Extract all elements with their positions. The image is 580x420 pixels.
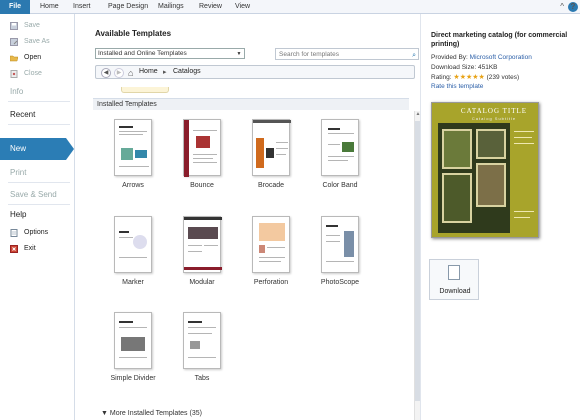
template-label: Color Band xyxy=(322,182,358,189)
template-preview-image: CATALOG TITLE Catalog Subtitle xyxy=(431,102,539,238)
template-label: Brocade xyxy=(257,182,285,189)
download-button[interactable]: Download xyxy=(429,259,479,300)
recent-button[interactable]: Recent xyxy=(10,110,35,119)
provided-by-label: Provided By: xyxy=(431,54,468,61)
save-button[interactable]: Save xyxy=(0,19,75,33)
template-thumb-photoscope[interactable] xyxy=(321,216,359,273)
save-send-button[interactable]: Save & Send xyxy=(10,190,57,199)
section-label: Installed Templates xyxy=(97,101,157,108)
template-label: Simple Divider xyxy=(110,375,156,382)
save-as-label: Save As xyxy=(24,38,50,45)
more-label: More Installed Templates (35) xyxy=(109,410,202,417)
chevron-down-icon: ▼ xyxy=(101,410,110,417)
download-size: Download Size: 451KB xyxy=(431,64,498,71)
template-thumb-color-band[interactable] xyxy=(321,119,359,176)
template-label: Arrows xyxy=(122,182,144,189)
print-button[interactable]: Print xyxy=(10,168,26,177)
template-label: Perforation xyxy=(253,279,289,286)
folder-open-icon xyxy=(10,55,18,62)
tab-file[interactable]: File xyxy=(0,0,30,14)
search-icon[interactable]: ⌕ xyxy=(412,50,416,61)
rate-template-link[interactable]: Rate this template xyxy=(431,83,483,90)
help-icon[interactable]: ? xyxy=(568,2,578,12)
save-icon xyxy=(10,22,18,30)
template-label: Marker xyxy=(122,279,144,286)
template-thumb-tabs[interactable] xyxy=(183,312,221,369)
template-thumb-perforation[interactable] xyxy=(252,216,290,273)
preview-title: CATALOG TITLE xyxy=(460,107,528,115)
more-installed-templates-toggle[interactable]: ▼ More Installed Templates (35) xyxy=(101,410,202,417)
template-title: Direct marketing catalog (for commercial… xyxy=(431,32,568,48)
template-label: Tabs xyxy=(194,375,210,382)
close-label: Close xyxy=(24,70,42,77)
template-thumb-simple-divider[interactable] xyxy=(114,312,152,369)
template-source-value: Installed and Online Templates xyxy=(98,50,187,57)
options-label: Options xyxy=(24,229,49,236)
exit-button[interactable]: Exit xyxy=(0,242,75,256)
sidebar-divider xyxy=(8,204,70,205)
sidebar-divider xyxy=(8,182,70,183)
ribbon-bar: File Home Insert Page Design Mailings Re… xyxy=(0,0,580,14)
tab-home[interactable]: Home xyxy=(40,0,59,14)
installed-templates-header: Installed Templates xyxy=(93,98,409,110)
forward-arrow-icon[interactable]: ▶ xyxy=(114,68,124,78)
close-doc-icon xyxy=(10,70,18,78)
options-doc-icon xyxy=(10,229,18,237)
window-controls: ^ ? xyxy=(560,2,578,12)
tab-review[interactable]: Review xyxy=(199,0,222,14)
backstage-sidebar: Save Save As Open Close Info Recent New … xyxy=(0,14,75,420)
exit-icon xyxy=(10,245,18,253)
preview-subtitle: Catalog Subtitle xyxy=(471,116,517,121)
breadcrumb-separator: ▸ xyxy=(163,69,167,76)
search-input[interactable]: Search for templates ⌕ xyxy=(275,48,419,60)
rating-label: Rating: xyxy=(431,74,452,81)
open-button[interactable]: Open xyxy=(0,51,75,65)
exit-label: Exit xyxy=(24,245,36,252)
new-button[interactable]: New xyxy=(0,138,74,160)
chevron-down-icon: ▼ xyxy=(236,51,242,57)
save-label: Save xyxy=(24,22,40,29)
search-placeholder: Search for templates xyxy=(279,51,339,58)
save-as-button[interactable]: Save As xyxy=(0,35,75,49)
template-thumb-marker[interactable] xyxy=(114,216,152,273)
tab-mailings[interactable]: Mailings xyxy=(158,0,184,14)
template-details-pane: Direct marketing catalog (for commercial… xyxy=(420,14,580,420)
close-button[interactable]: Close xyxy=(0,67,75,81)
download-label: Download xyxy=(439,288,471,295)
open-label: Open xyxy=(24,54,42,61)
document-icon xyxy=(448,265,460,280)
rating-stars-icon: ★★★★★ xyxy=(453,74,485,81)
rating: Rating: ★★★★★ (239 votes) xyxy=(431,73,519,81)
tab-page-design[interactable]: Page Design xyxy=(108,0,148,14)
provided-by: Provided By: Microsoft Corporation xyxy=(431,54,532,61)
provider-link[interactable]: Microsoft Corporation xyxy=(470,54,532,61)
options-button[interactable]: Options xyxy=(0,226,75,240)
tab-insert[interactable]: Insert xyxy=(73,0,91,14)
help-button[interactable]: Help xyxy=(10,210,26,219)
template-label: Modular xyxy=(189,279,215,286)
template-thumb-modular[interactable] xyxy=(183,216,222,273)
minimize-ribbon-icon[interactable]: ^ xyxy=(560,2,564,12)
breadcrumb-home[interactable]: Home xyxy=(139,68,158,75)
template-source-select[interactable]: Installed and Online Templates ▼ xyxy=(95,48,245,59)
tab-view[interactable]: View xyxy=(235,0,250,14)
template-thumb-brocade[interactable] xyxy=(252,119,291,176)
available-templates-pane: Available Templates Installed and Online… xyxy=(75,14,420,420)
back-arrow-icon[interactable]: ◀ xyxy=(101,68,111,78)
rating-votes: (239 votes) xyxy=(486,74,520,81)
save-as-icon xyxy=(10,38,18,46)
home-icon[interactable]: ⌂ xyxy=(128,68,133,78)
sidebar-divider xyxy=(8,101,70,102)
breadcrumb: ◀ ▶ ⌂ Home ▸ Catalogs xyxy=(95,65,415,79)
previous-template-tile[interactable] xyxy=(121,87,169,93)
template-thumb-bounce[interactable] xyxy=(183,119,221,177)
pane-title: Available Templates xyxy=(95,29,172,38)
breadcrumb-catalogs[interactable]: Catalogs xyxy=(173,68,201,75)
sidebar-divider xyxy=(8,124,70,125)
template-label: Bounce xyxy=(190,182,214,189)
template-label: PhotoScope xyxy=(320,279,360,286)
template-thumb-arrows[interactable] xyxy=(114,119,152,176)
info-button[interactable]: Info xyxy=(10,87,23,96)
